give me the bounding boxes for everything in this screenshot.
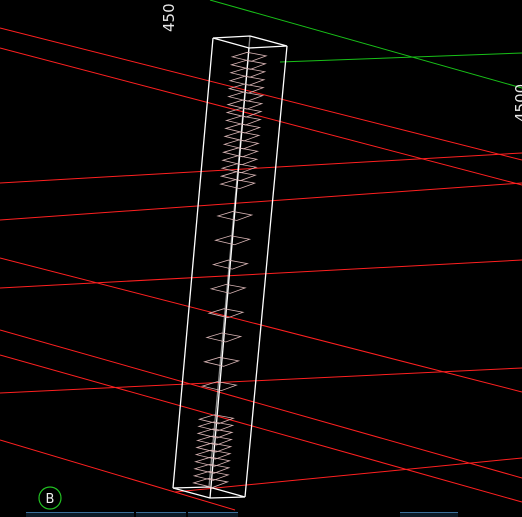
grid-label-right: 4500: [512, 84, 522, 122]
toolbar-tab[interactable]: [26, 512, 134, 517]
grid-label-top: 450: [160, 3, 178, 32]
grid-line: [0, 152, 522, 184]
grid-line: [0, 354, 522, 503]
axis-bubble[interactable]: B: [38, 486, 62, 510]
toolbar-tab[interactable]: [400, 512, 458, 517]
axis-bubble-label: B: [46, 492, 55, 507]
rebar-tie: [229, 59, 267, 70]
rebar-tie: [230, 51, 268, 62]
grid-line: [0, 259, 522, 289]
grid-line: [0, 367, 522, 394]
red-grid-lines: [0, 27, 522, 511]
toolbar-tab[interactable]: [136, 512, 186, 517]
model-canvas[interactable]: 450 4500 B: [0, 0, 522, 517]
bottom-toolbar-strip: [0, 512, 522, 517]
grid-line: [0, 182, 522, 221]
grid-line: [0, 329, 522, 479]
grid-line: [0, 439, 236, 511]
grid-line: [0, 47, 522, 186]
column-edge: [172, 37, 214, 489]
model-viewport[interactable]: 450 4500 B: [0, 0, 522, 517]
toolbar-tab[interactable]: [188, 512, 238, 517]
